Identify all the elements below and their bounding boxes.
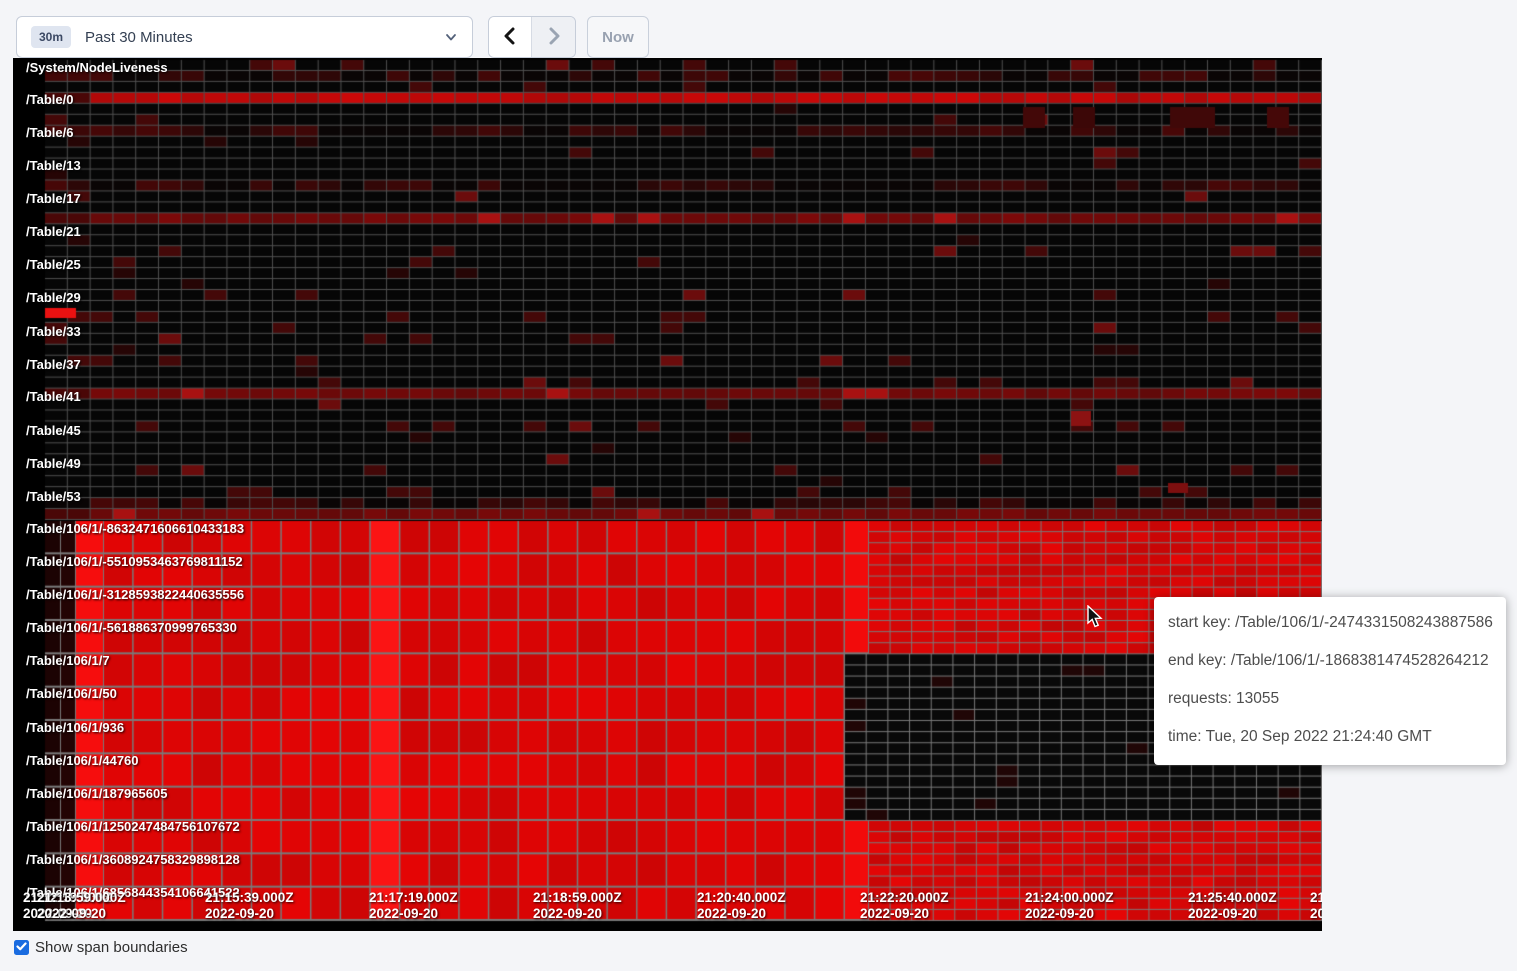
key-axis-label: /Table/106/1/936 [26, 720, 124, 735]
tooltip-time: time: Tue, 20 Sep 2022 21:24:40 GMT [1168, 728, 1492, 746]
key-axis-label: /Table/41 [26, 389, 81, 404]
prev-time-button[interactable] [489, 17, 532, 57]
key-axis-label: /Table/21 [26, 224, 81, 239]
chevron-down-icon [444, 30, 458, 44]
time-axis-label: 21:20:40.000Z2022-09-20 [697, 890, 786, 922]
show-span-boundaries-checkbox[interactable] [14, 940, 29, 955]
time-window-label: Past 30 Minutes [85, 29, 193, 46]
keyvis-heatmap-canvas[interactable] [13, 58, 1322, 931]
key-axis-label: /System/NodeLiveness [26, 60, 168, 75]
key-axis-label: /Table/25 [26, 257, 81, 272]
chevron-right-icon [546, 27, 562, 48]
key-axis-label: /Table/106/1/7 [26, 653, 110, 668]
key-axis-label: /Table/6 [26, 125, 73, 140]
key-axis-label: /Table/17 [26, 191, 81, 206]
time-window-dropdown[interactable]: 30m Past 30 Minutes [16, 16, 473, 58]
key-axis-label: /Table/106/1/1250247484756107672 [26, 819, 240, 834]
key-axis-label: /Table/106/1/-5510953463769811152 [26, 554, 243, 569]
key-axis-label: /Table/106/1/44760 [26, 753, 139, 768]
key-axis-label: /Table/33 [26, 324, 81, 339]
time-window-badge: 30m [31, 26, 71, 48]
time-axis-label: 21:25:40.000Z2022-09-20 [1188, 890, 1277, 922]
tooltip-requests: requests: 13055 [1168, 690, 1492, 708]
show-span-boundaries-label: Show span boundaries [35, 939, 188, 956]
key-axis-label: /Table/106/1/3608924758329898128 [26, 852, 240, 867]
key-axis-label: /Table/106/1/187965605 [26, 786, 167, 801]
time-axis-label: 21:13:59.000Z2022-09-20 [37, 890, 126, 922]
key-axis-label: /Table/53 [26, 489, 81, 504]
mouse-cursor-icon [1084, 605, 1106, 634]
footer: Show span boundaries [14, 939, 188, 956]
time-axis-label: 21:22:20.000Z2022-09-20 [860, 890, 949, 922]
now-button[interactable]: Now [587, 16, 649, 58]
key-axis-label: /Table/29 [26, 290, 81, 305]
time-axis-label: 21:17:19.000Z2022-09-20 [369, 890, 458, 922]
tooltip-start-key: start key: /Table/106/1/-247433150824388… [1168, 614, 1492, 632]
time-axis-label: 21:15:39.000Z2022-09-20 [205, 890, 294, 922]
key-axis-label: /Table/106/1/-561886370999765330 [26, 620, 237, 635]
key-axis-label: /Table/106/1/-3128593822440635556 [26, 587, 244, 602]
key-visualizer: /System/NodeLiveness/Table/0/Table/6/Tab… [13, 58, 1322, 931]
key-axis-label: /Table/45 [26, 423, 81, 438]
key-axis-label: /Table/0 [26, 92, 73, 107]
chevron-left-icon [502, 27, 518, 48]
checkmark-icon [16, 939, 27, 957]
key-axis-label: /Table/106/1/-8632471606610433183 [26, 521, 244, 536]
key-axis-label: /Table/13 [26, 158, 81, 173]
time-axis-label: 21:24:00.000Z2022-09-20 [1025, 890, 1114, 922]
hover-tooltip: start key: /Table/106/1/-247433150824388… [1154, 597, 1506, 765]
key-axis-label: /Table/49 [26, 456, 81, 471]
time-nav-group [488, 16, 576, 58]
key-axis-label: /Table/106/1/50 [26, 686, 117, 701]
time-axis-label: 21:27:20.000Z2022-09-20 [1310, 890, 1322, 922]
toolbar: 30m Past 30 Minutes Now [16, 16, 649, 58]
tooltip-end-key: end key: /Table/106/1/-18683814745282642… [1168, 652, 1492, 670]
key-axis-label: /Table/37 [26, 357, 81, 372]
next-time-button[interactable] [532, 17, 575, 57]
time-axis-label: 21:18:59.000Z2022-09-20 [533, 890, 622, 922]
